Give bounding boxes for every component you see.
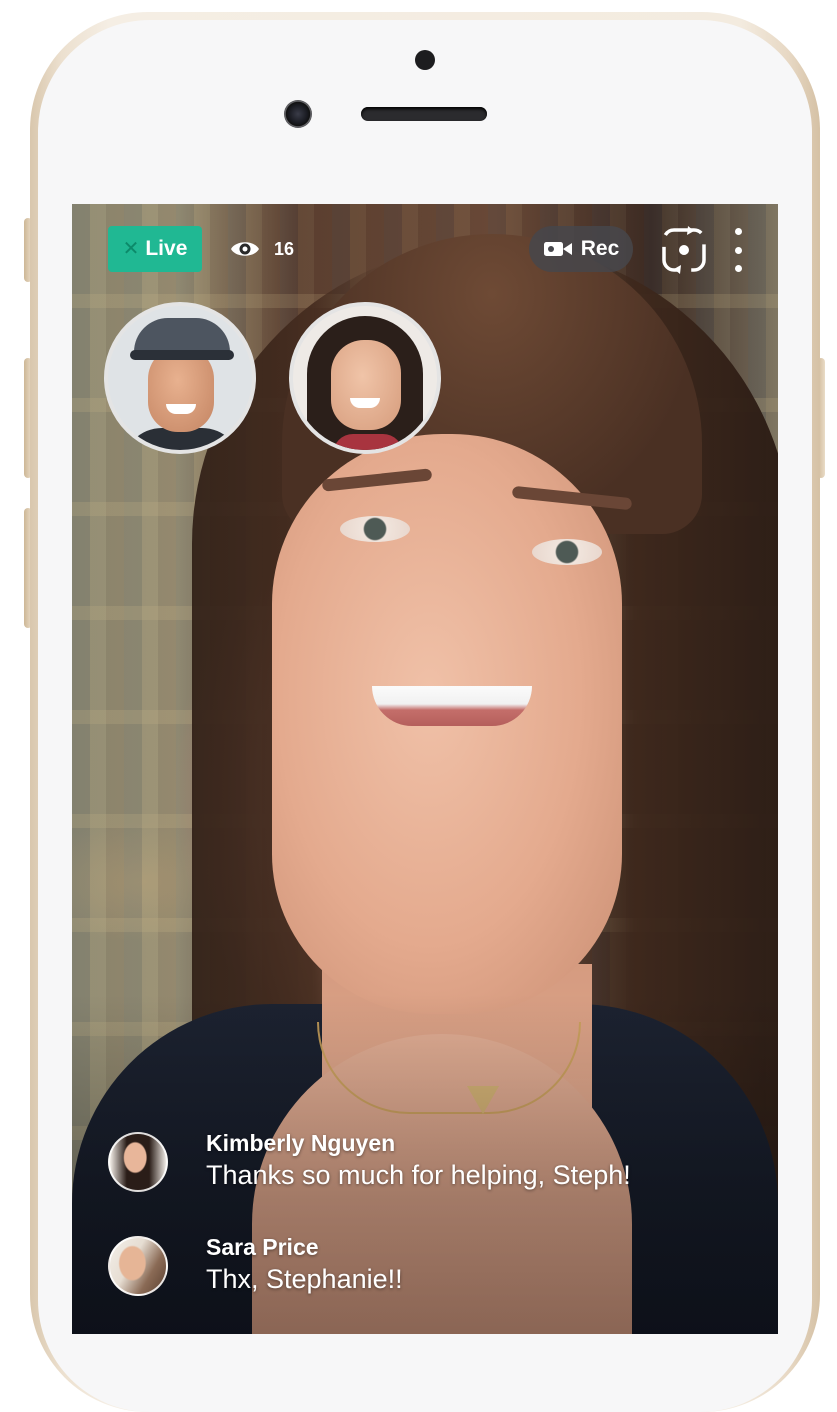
comment-text: Thanks so much for helping, Steph! xyxy=(206,1160,631,1190)
flip-camera-icon[interactable] xyxy=(656,222,712,278)
avatar[interactable] xyxy=(108,1132,168,1192)
comment-text: Thx, Stephanie!! xyxy=(206,1264,403,1294)
live-video-screen: ✕ Live 16 Rec Kimberly Nguyen Thanks so … xyxy=(72,204,778,1334)
viewer-count-value: 16 xyxy=(274,238,295,259)
comment-item[interactable]: Kimberly Nguyen Thanks so much for helpi… xyxy=(106,1130,766,1234)
front-camera-lens xyxy=(284,100,312,128)
live-end-button[interactable]: ✕ Live xyxy=(108,226,202,272)
record-button[interactable]: Rec xyxy=(529,226,633,272)
viewer-count[interactable]: 16 xyxy=(230,232,294,266)
comment-author: Kimberly Nguyen xyxy=(206,1130,396,1156)
host-smile xyxy=(372,686,532,726)
avatar[interactable] xyxy=(108,1236,168,1296)
more-options-icon[interactable] xyxy=(726,228,750,272)
eye-icon xyxy=(231,242,259,256)
guest-face xyxy=(331,340,401,430)
comment-author: Sara Price xyxy=(206,1234,319,1260)
close-icon: ✕ xyxy=(122,238,140,260)
earpiece-speaker xyxy=(361,107,487,121)
menu-dot xyxy=(734,228,742,235)
guest-video-bubble[interactable] xyxy=(289,302,441,454)
live-label: Live xyxy=(145,237,188,260)
guest-cap-brim xyxy=(130,350,234,360)
menu-dot xyxy=(734,246,742,254)
menu-dot xyxy=(734,265,742,272)
host-right-eye xyxy=(532,539,602,565)
comment-item[interactable]: Sara Price Thx, Stephanie!! xyxy=(106,1234,766,1334)
proximity-sensor xyxy=(415,50,435,70)
camcorder-icon xyxy=(543,242,572,256)
comment-feed: Kimberly Nguyen Thanks so much for helpi… xyxy=(106,1130,766,1334)
guest-video-bubble[interactable] xyxy=(104,302,256,454)
host-left-eye xyxy=(340,516,410,542)
rec-label: Rec xyxy=(580,237,620,260)
